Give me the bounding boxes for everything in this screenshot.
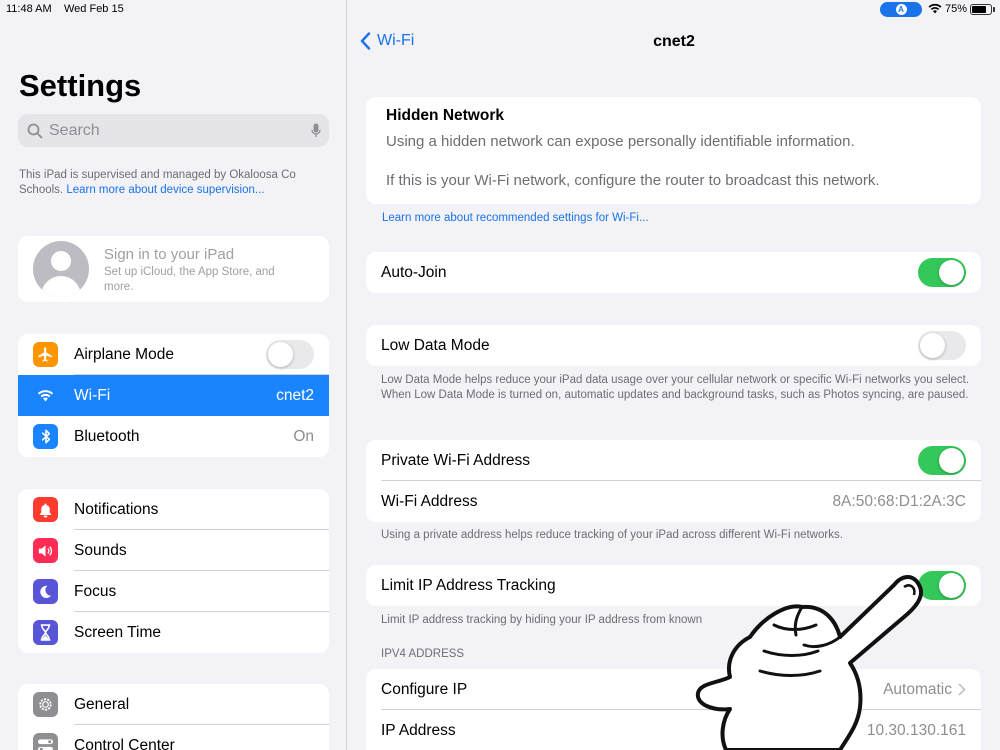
sidebar-item-label: General [74, 695, 130, 713]
wifi-address-row: Wi-Fi Address 8A:50:68:D1:2A:3C [366, 481, 981, 522]
bluetooth-value: On [293, 427, 314, 445]
settings-sidebar: Settings Search This iPad is supervised … [0, 0, 347, 750]
private-address-toggle[interactable] [918, 446, 966, 475]
sidebar-item-sounds[interactable]: Sounds [18, 530, 329, 571]
sidebar-item-wifi[interactable]: Wi-Fi cnet2 [18, 375, 329, 416]
wifi-icon [33, 383, 58, 408]
wifi-status-icon [928, 3, 942, 17]
low-data-label: Low Data Mode [381, 336, 490, 354]
sidebar-item-label: Bluetooth [74, 427, 140, 445]
status-bar: 11:48 AM Wed Feb 15 A 75% [0, 0, 1000, 20]
network-title: cnet2 [653, 33, 695, 50]
private-address-row[interactable]: Private Wi-Fi Address [366, 440, 981, 481]
sidebar-item-focus[interactable]: Focus [18, 571, 329, 612]
sidebar-item-label: Control Center [74, 736, 175, 750]
auto-join-row[interactable]: Auto-Join [366, 252, 981, 293]
search-field[interactable]: Search [18, 114, 329, 147]
sidebar-item-label: Screen Time [74, 623, 162, 641]
low-data-row[interactable]: Low Data Mode [366, 325, 981, 366]
private-address-card: Private Wi-Fi Address Wi-Fi Address 8A:5… [366, 440, 981, 522]
battery-icon [970, 4, 992, 15]
search-icon [27, 123, 43, 138]
supervision-notice: This iPad is supervised and managed by O… [19, 168, 329, 198]
status-date: Wed Feb 15 [64, 3, 124, 15]
ipv4-section-header: IPV4 ADDRESS [381, 648, 465, 660]
auto-join-toggle[interactable] [918, 258, 966, 287]
account-signin[interactable]: Sign in to your iPad Set up iCloud, the … [18, 236, 329, 302]
microphone-icon[interactable] [311, 123, 321, 139]
sidebar-item-label: Airplane Mode [74, 345, 174, 363]
avatar [33, 241, 89, 297]
page-title: Settings [19, 68, 142, 103]
hidden-network-line2: If this is your Wi-Fi network, configure… [386, 172, 880, 189]
wifi-address-label: Wi-Fi Address [381, 492, 478, 510]
private-address-footer: Using a private address helps reduce tra… [381, 529, 843, 541]
switches-icon [33, 733, 58, 750]
sidebar-item-general[interactable]: General [18, 684, 329, 725]
connectivity-group: Airplane Mode Wi-Fi cnet2 Bluetooth On [18, 334, 329, 457]
low-data-toggle[interactable] [918, 331, 966, 360]
hidden-network-heading: Hidden Network [386, 107, 504, 124]
bell-icon [33, 497, 58, 522]
recommended-settings-link[interactable]: Learn more about recommended settings fo… [382, 212, 649, 224]
airplane-mode-toggle[interactable] [266, 340, 314, 369]
hidden-network-line1: Using a hidden network can expose person… [386, 133, 855, 150]
private-address-label: Private Wi-Fi Address [381, 451, 531, 469]
sidebar-item-bluetooth[interactable]: Bluetooth On [18, 416, 329, 457]
battery-level-fill [972, 6, 986, 13]
sidebar-item-notifications[interactable]: Notifications [18, 489, 329, 530]
account-subtitle: Set up iCloud, the App Store, and more. [104, 266, 275, 293]
auto-join-label: Auto-Join [381, 263, 447, 281]
gear-icon [33, 692, 58, 717]
low-data-footer: Low Data Mode helps reduce your iPad dat… [381, 374, 970, 401]
screen-recording-indicator: A [880, 2, 922, 17]
airplane-icon [33, 342, 58, 367]
sidebar-item-label: Focus [74, 582, 117, 600]
supervision-link[interactable]: Learn more about device supervision... [66, 184, 264, 196]
search-placeholder: Search [49, 121, 100, 139]
sidebar-item-screen-time[interactable]: Screen Time [18, 612, 329, 653]
app-icon: A [895, 4, 907, 15]
battery-tip [993, 7, 995, 12]
pointing-hand-icon [695, 575, 923, 750]
status-time: 11:48 AM [6, 3, 52, 15]
speaker-icon [33, 538, 58, 563]
sidebar-item-label: Notifications [74, 500, 159, 518]
bluetooth-icon [33, 424, 58, 449]
auto-join-card: Auto-Join [366, 252, 981, 293]
low-data-card: Low Data Mode [366, 325, 981, 366]
sidebar-item-label: Wi-Fi [74, 386, 111, 404]
hidden-network-warning: Hidden Network Using a hidden network ca… [366, 97, 981, 204]
sidebar-item-control-center[interactable]: Control Center [18, 725, 329, 750]
sidebar-item-label: Sounds [74, 541, 127, 559]
wifi-network-value: cnet2 [276, 386, 314, 404]
wifi-address-value: 8A:50:68:D1:2A:3C [832, 492, 966, 510]
general-group: General Control Center [18, 684, 329, 750]
chevron-right-icon [958, 683, 966, 696]
notifications-group: Notifications Sounds Focus Screen Time [18, 489, 329, 653]
moon-icon [33, 579, 58, 604]
hourglass-icon [33, 620, 58, 645]
battery-percentage: 75% [945, 3, 968, 15]
account-title: Sign in to your iPad [104, 246, 235, 263]
sidebar-item-airplane-mode[interactable]: Airplane Mode [18, 334, 329, 375]
